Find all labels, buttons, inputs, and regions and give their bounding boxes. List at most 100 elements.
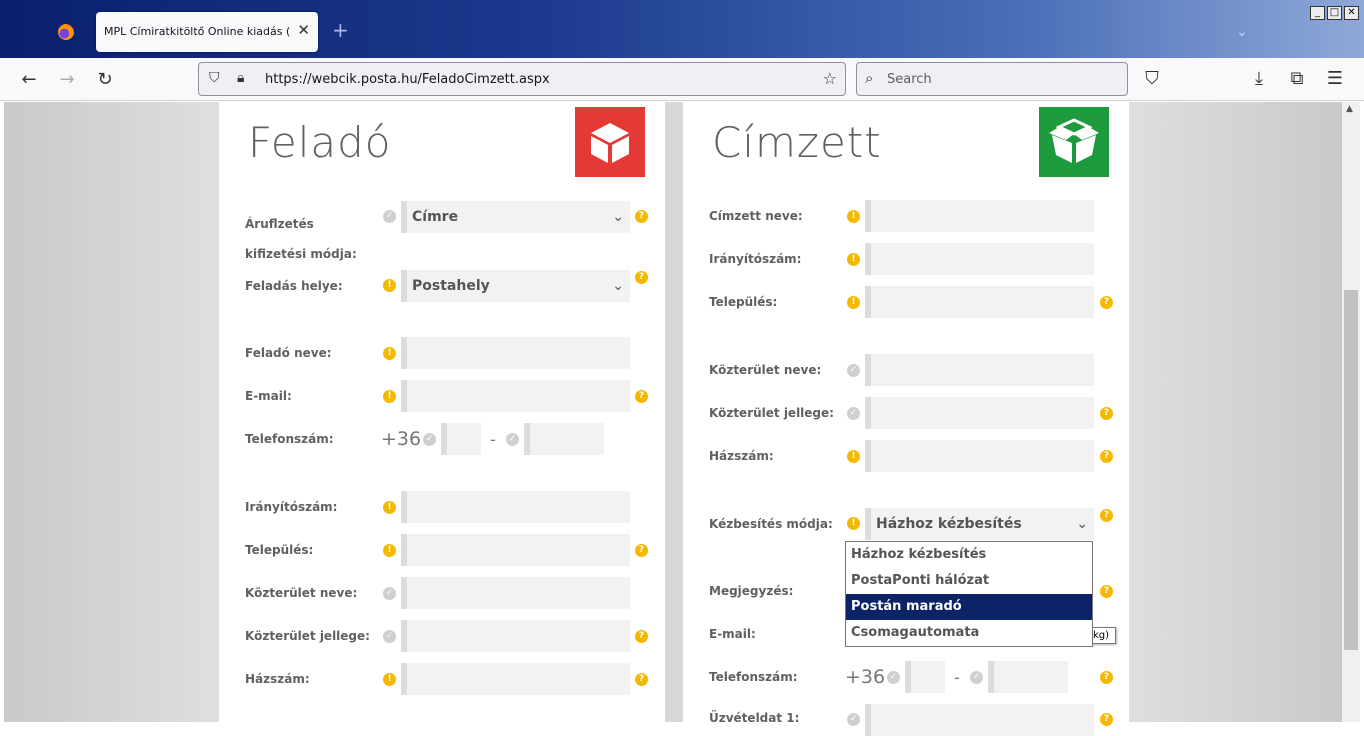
sender-street-type-label: Közterület jellege: [245,629,370,643]
close-window-button[interactable]: ✕ [1344,6,1359,20]
check-icon: ✓ [383,210,396,223]
sender-street-type-input[interactable] [401,620,630,652]
delivery-dropdown-list[interactable]: Házhoz kézbesítés PostaPonti hálózat Pos… [845,541,1093,647]
phone-prefix: +36 [381,428,422,450]
sender-phone-label: Telefonszám: [245,432,334,446]
back-icon[interactable]: ← [17,68,41,92]
payment-label: Áruflzetés kifizetési módja: [245,217,357,261]
chevron-down-icon[interactable]: ⌄ [1236,24,1248,40]
recipient-phone-number-input[interactable] [988,661,1068,693]
url-text[interactable]: https://webcik.posta.hu/FeladoCimzett.as… [265,72,550,87]
warning-icon: ! [847,450,860,463]
check-icon: ✓ [383,630,396,643]
dropdown-option-highlighted[interactable]: Postán maradó [846,594,1092,620]
help-icon[interactable]: ? [635,210,648,223]
dropdown-option[interactable]: Csomagautomata [846,620,1092,646]
sender-house-label: Házszám: [245,672,310,686]
place-label: Feladás helye: [245,279,343,293]
sender-phone-area-input[interactable] [441,423,481,455]
help-icon[interactable]: ? [1100,509,1113,522]
tab-title: MPL Címiratkitöltő Online kiadás (Webcík… [104,25,290,38]
phone-separator: - [954,668,960,687]
sender-email-input[interactable] [401,380,630,412]
help-icon[interactable]: ? [635,673,648,686]
recipient-street-type-input[interactable] [865,397,1094,429]
recipient-house-input[interactable] [865,440,1094,472]
service-label: Üzvételdat 1: [709,711,800,725]
shield-icon[interactable]: ⛉ [209,70,220,86]
check-icon: ✓ [423,433,436,446]
help-icon[interactable]: ? [635,390,648,403]
url-bar[interactable]: ⛉ 🔒︎ https://webcik.posta.hu/FeladoCimze… [198,62,846,96]
recipient-street-input[interactable] [865,354,1094,386]
help-icon[interactable]: ? [635,544,648,557]
new-tab-icon[interactable]: + [332,20,349,40]
forward-icon[interactable]: → [55,68,79,92]
note-label: Megjegyzés: [709,584,794,598]
chevron-down-icon: ⌄ [612,278,624,294]
bookmark-star-icon[interactable]: ☆ [823,69,837,88]
search-placeholder: Search [887,72,932,87]
help-icon[interactable]: ? [1100,713,1113,726]
warning-icon: ! [383,501,396,514]
minimize-button[interactable]: _ [1310,6,1325,20]
help-icon[interactable]: ? [1100,671,1113,684]
recipient-street-label: Közterület neve: [709,363,822,377]
recipient-zip-input[interactable] [865,243,1094,275]
delivery-label: Kézbesítés módja: [709,517,833,531]
recipient-city-label: Település: [709,295,778,309]
warning-icon: ! [847,296,860,309]
warning-icon: ! [383,279,396,292]
warning-icon: ! [383,390,396,403]
check-icon: ✓ [506,433,519,446]
cimzett-heading: Címzett [712,118,882,167]
scrollbar-thumb[interactable] [1344,290,1358,650]
recipient-city-input[interactable] [865,286,1094,318]
warning-icon: ! [383,673,396,686]
search-bar[interactable]: ⌕ Search [856,62,1128,96]
phone-separator: - [490,430,496,449]
close-tab-icon[interactable]: ✕ [297,21,310,39]
help-icon[interactable]: ? [635,271,648,284]
extensions-icon[interactable]: ⧉ [1285,67,1309,91]
warning-icon: ! [383,347,396,360]
dropdown-option[interactable]: Házhoz kézbesítés [846,542,1092,568]
sender-house-input[interactable] [401,663,630,695]
help-icon[interactable]: ? [1100,585,1113,598]
dropdown-option[interactable]: PostaPonti hálózat [846,568,1092,594]
delivery-select[interactable]: Házhoz kézbesítés ⌄ [865,508,1094,540]
browser-tab[interactable]: MPL Címiratkitöltő Online kiadás (Webcík… [96,12,318,52]
help-icon[interactable]: ? [635,630,648,643]
recipient-phone-area-input[interactable] [905,661,945,693]
recipient-zip-label: Irányítószám: [709,252,802,266]
chevron-down-icon: ⌄ [612,209,624,225]
warning-icon: ! [847,517,860,530]
recipient-house-label: Házszám: [709,449,774,463]
cimzett-open-box-icon [1039,107,1109,177]
warning-icon: ! [847,253,860,266]
recipient-email-label: E-mail: [709,627,756,641]
service-input[interactable] [865,704,1094,736]
sender-name-input[interactable] [401,337,630,369]
sender-zip-input[interactable] [401,491,630,523]
sender-city-input[interactable] [401,534,630,566]
place-select[interactable]: Postahely ⌄ [401,270,630,302]
maximize-button[interactable]: □ [1327,6,1342,20]
help-icon[interactable]: ? [1100,407,1113,420]
downloads-icon[interactable]: ⤓ [1247,67,1271,91]
payment-select[interactable]: Címre ⌄ [401,201,630,233]
reload-icon[interactable]: ↻ [93,68,117,92]
menu-icon[interactable]: ☰ [1323,67,1347,91]
felado-box-icon [575,107,645,177]
recipient-name-input[interactable] [865,200,1094,232]
pocket-icon[interactable]: ⛉ [1140,67,1164,91]
sender-street-input[interactable] [401,577,630,609]
sender-phone-number-input[interactable] [524,423,604,455]
phone-prefix: +36 [845,666,886,688]
scroll-up-icon[interactable]: ▲ [1346,104,1353,114]
help-icon[interactable]: ? [1100,296,1113,309]
felado-heading: Feladó [248,118,392,167]
lock-icon[interactable]: 🔒︎ [237,70,244,86]
warning-icon: ! [847,210,860,223]
help-icon[interactable]: ? [1100,450,1113,463]
